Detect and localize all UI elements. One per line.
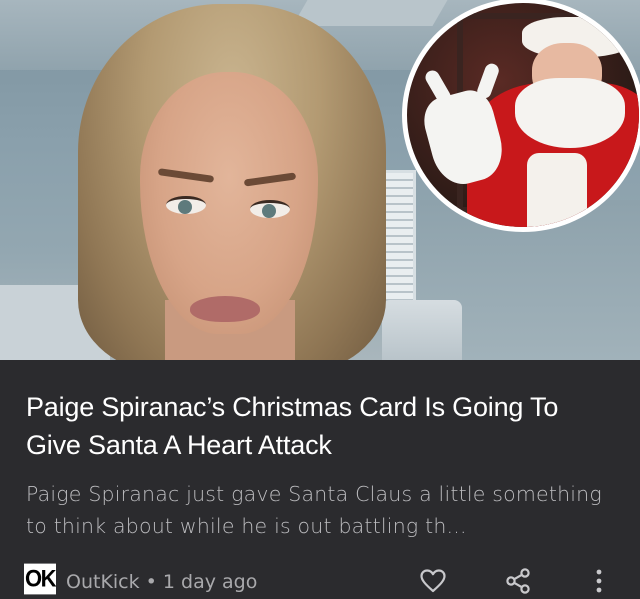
- article-thumbnail[interactable]: [0, 0, 640, 360]
- santa-beard: [515, 78, 625, 148]
- article-snippet[interactable]: Paige Spiranac just gave Santa Claus a l…: [26, 478, 626, 542]
- more-options-button[interactable]: [584, 566, 614, 596]
- article-headline[interactable]: Paige Spiranac’s Christmas Card Is Going…: [26, 388, 616, 464]
- news-card[interactable]: Paige Spiranac’s Christmas Card Is Going…: [0, 0, 640, 599]
- more-vert-icon: [596, 569, 602, 593]
- share-icon: [506, 568, 530, 594]
- source-logo: OK: [24, 563, 57, 595]
- article-footer: OK OutKick • 1 day ago: [0, 562, 640, 599]
- share-button[interactable]: [503, 566, 533, 596]
- person-eye-left: [166, 196, 206, 214]
- heart-icon: [420, 569, 446, 593]
- source-and-time[interactable]: OutKick • 1 day ago: [66, 570, 257, 594]
- background-beam: [292, 0, 448, 26]
- like-button[interactable]: [418, 566, 448, 596]
- santa-finger: [422, 67, 454, 107]
- person-lips: [190, 296, 260, 322]
- santa-coat-fur: [527, 153, 587, 227]
- person-eye-right: [250, 200, 290, 218]
- santa-inset-image: [402, 0, 640, 232]
- background-lamp: [382, 300, 462, 360]
